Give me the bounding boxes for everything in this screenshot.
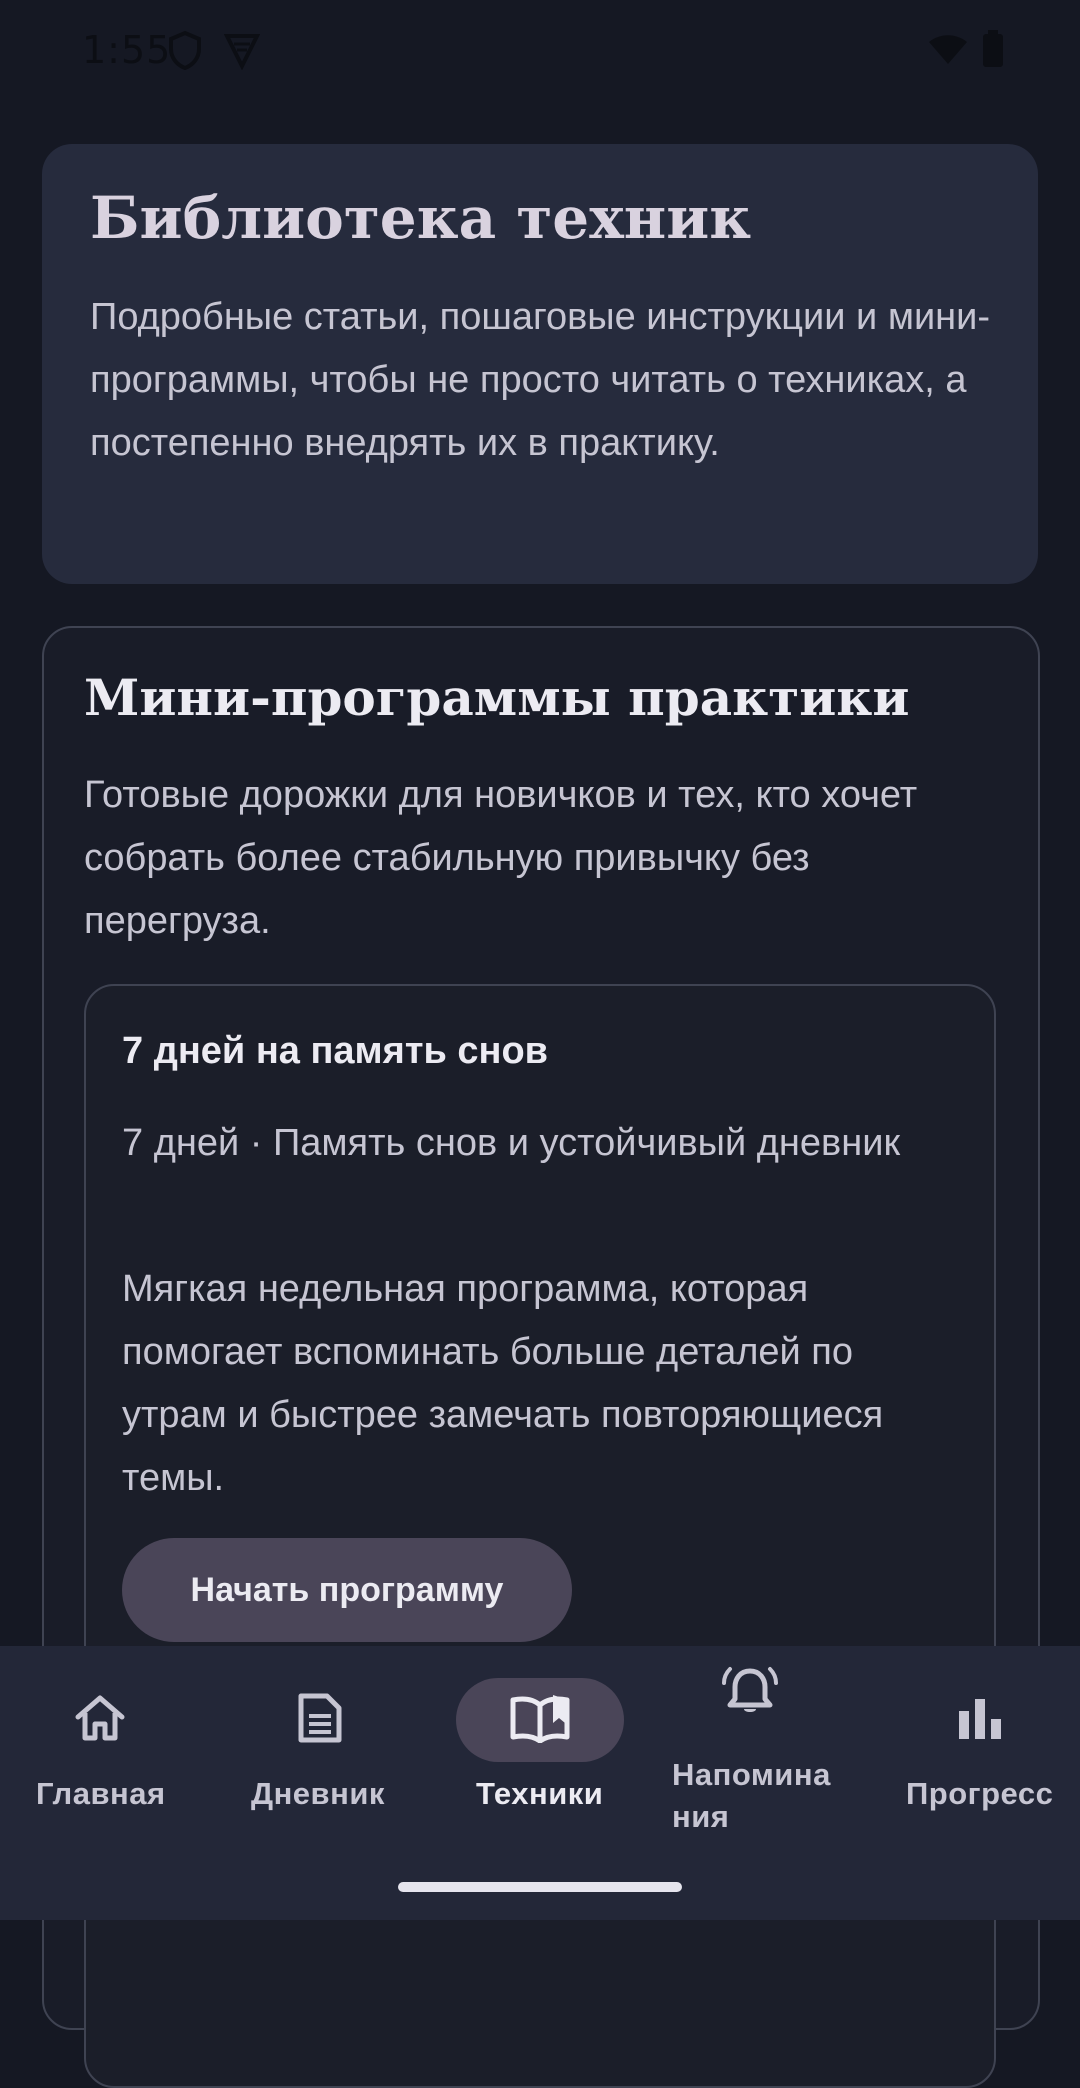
status-bar: 1:55	[0, 0, 1080, 100]
home-icon	[73, 1693, 127, 1748]
intro-card: Библиотека техник Подробные статьи, поша…	[42, 144, 1038, 584]
home-indicator[interactable]	[398, 1882, 682, 1892]
intro-description: Подробные статьи, пошаговые инструкции и…	[90, 296, 991, 464]
book-icon	[509, 1693, 571, 1748]
program-meta: 7 дней · Память снов и устойчивый дневни…	[122, 1122, 901, 1164]
nav-item-reminders[interactable]: Напомина ния	[666, 1646, 856, 1876]
shield-icon	[168, 30, 202, 75]
start-program-button[interactable]: Начать программу	[122, 1538, 572, 1642]
bar-chart-icon	[957, 1697, 1003, 1744]
wifi-icon	[928, 34, 968, 71]
vpn-icon	[223, 30, 261, 75]
nav-item-progress[interactable]: Прогресс	[896, 1646, 1080, 1876]
nav-label-progress: Прогресс	[906, 1776, 1054, 1811]
nav-label-techniques: Техники	[476, 1776, 604, 1811]
status-time: 1:55	[82, 28, 172, 72]
nav-item-journal[interactable]: Дневник	[236, 1646, 436, 1876]
nav-label-home: Главная	[36, 1776, 166, 1811]
nav-label-journal: Дневник	[251, 1776, 385, 1811]
journal-icon	[297, 1692, 343, 1749]
program-description: Мягкая недельная программа, которая помо…	[122, 1268, 884, 1499]
page-title: Библиотека техник	[90, 184, 752, 252]
section-description: Готовые дорожки для новичков и тех, кто …	[84, 774, 918, 942]
bottom-navigation: Главная Дневник Техники Напомина ния Про…	[0, 1646, 1080, 1920]
nav-item-techniques[interactable]: Техники	[456, 1646, 632, 1876]
bell-icon	[722, 1663, 778, 1722]
program-card: 7 дней на память снов 7 дней · Память сн…	[84, 984, 996, 2088]
nav-label-reminders: Напомина ния	[672, 1757, 831, 1834]
nav-item-home[interactable]: Главная	[0, 1646, 200, 1876]
program-title: 7 дней на память снов	[122, 1030, 549, 1072]
section-title: Мини-программы практики	[84, 668, 910, 727]
battery-icon	[982, 30, 1004, 73]
